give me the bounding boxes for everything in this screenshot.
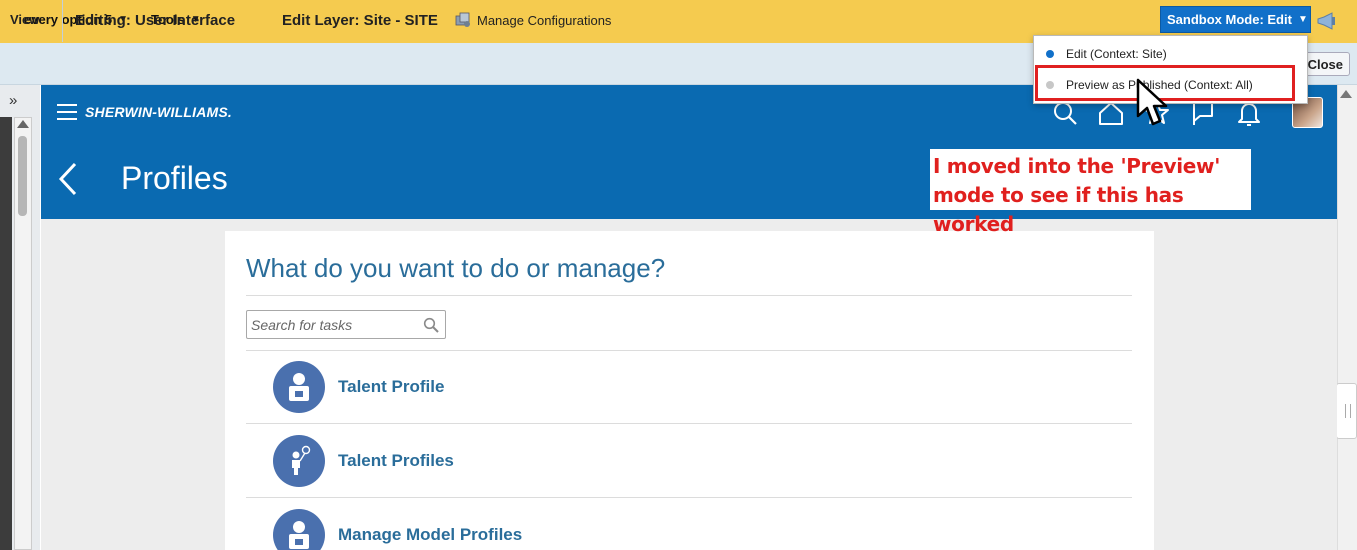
person-badge-icon	[273, 509, 325, 550]
search-icon[interactable]	[423, 317, 439, 333]
divider	[62, 0, 63, 42]
task-label: Talent Profile	[338, 377, 445, 396]
task-talent-profile[interactable]: Talent Profile	[246, 361, 1132, 421]
page-title: Profiles	[121, 160, 228, 196]
megaphone-icon[interactable]	[1316, 12, 1336, 30]
person-badge-icon	[273, 361, 325, 413]
divider	[246, 497, 1132, 498]
panel-drag-handle[interactable]	[1336, 383, 1357, 439]
manage-configurations-link[interactable]: Manage Configurations	[455, 12, 611, 28]
annotation-line-1: I moved into the 'Preview'	[933, 154, 1221, 178]
annotation-line-2: mode to see if this has worked	[933, 183, 1184, 236]
hamburger-menu-icon[interactable]	[57, 104, 77, 120]
sandbox-mode-label: Sandbox Mode: Edit	[1167, 12, 1292, 27]
task-label: Talent Profiles	[338, 451, 454, 470]
right-scrollbar[interactable]	[1337, 85, 1357, 550]
menu-item-edit[interactable]: Edit (Context: Site)	[1034, 41, 1307, 67]
radio-selected-icon	[1046, 50, 1054, 58]
edit-layer-label: Edit Layer: Site - SITE	[282, 12, 438, 29]
card-heading: What do you want to do or manage?	[246, 253, 666, 283]
divider	[246, 423, 1132, 424]
search-tasks-input[interactable]	[251, 315, 421, 335]
person-balloon-icon	[273, 435, 325, 487]
task-manage-model-profiles[interactable]: Manage Model Profiles	[246, 509, 1132, 550]
scroll-up-arrow-icon[interactable]	[17, 120, 29, 128]
brand-logo[interactable]: SHERWIN-WILLIAMS.	[85, 104, 232, 120]
task-talent-profiles[interactable]: Talent Profiles	[246, 435, 1132, 495]
scrollbar-thumb[interactable]	[18, 136, 27, 216]
divider	[246, 350, 1132, 351]
sandbox-mode-button[interactable]: Sandbox Mode: Edit ▼	[1160, 6, 1311, 33]
menu-item-label: Edit (Context: Site)	[1066, 47, 1167, 61]
search-tasks-field[interactable]	[246, 310, 446, 339]
view-menu[interactable]: View	[10, 12, 39, 27]
annotation-callout: I moved into the 'Preview' mode to see i…	[930, 149, 1251, 236]
mouse-pointer-icon	[1136, 78, 1168, 126]
left-edge	[0, 117, 12, 550]
task-label: Manage Model Profiles	[338, 525, 523, 544]
back-chevron-icon[interactable]	[57, 162, 79, 196]
configurations-icon	[455, 12, 470, 27]
divider	[246, 295, 1132, 296]
caret-down-icon: ▼	[1297, 14, 1308, 25]
manage-configurations-label: Manage Configurations	[477, 12, 612, 28]
scroll-up-arrow-icon[interactable]	[1340, 90, 1352, 98]
editing-title: Editing: User Interface	[75, 12, 236, 29]
expand-panel-icon[interactable]: »	[9, 92, 17, 109]
